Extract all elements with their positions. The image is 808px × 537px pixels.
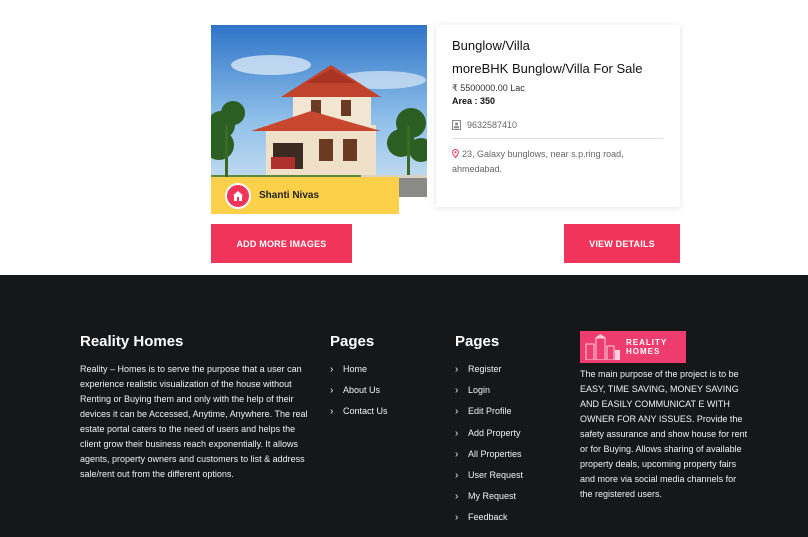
chevron-right-icon: › — [455, 491, 459, 503]
owner-bar: Shanti Nivas — [211, 177, 399, 214]
address-text: 23, Galaxy bunglows, near s.p.ring road,… — [452, 149, 624, 174]
footer-link-label[interactable]: Feedback — [468, 512, 508, 522]
chevron-right-icon: › — [455, 385, 459, 397]
footer-mission-text: The main purpose of the project is to be… — [580, 369, 748, 499]
footer-about-title: Reality Homes — [80, 333, 184, 350]
home-icon — [225, 182, 251, 209]
footer-link-user-request[interactable]: › User Request — [455, 470, 523, 491]
footer-link-label[interactable]: Contact Us — [343, 406, 388, 416]
chevron-right-icon: › — [455, 512, 459, 524]
listing-phone: 9632587410 — [452, 120, 664, 130]
footer-links-primary: › Home › About Us › Contact Us — [330, 364, 388, 428]
listing-price: ₹ 5500000.00 Lac — [452, 83, 525, 93]
reality-homes-logo[interactable]: REALITY HOMES — [580, 331, 686, 363]
footer-links-secondary: › Register › Login › Edit Profile › Add Prop… — [455, 364, 523, 534]
footer-link-label[interactable]: Home — [343, 364, 367, 374]
chevron-right-icon: › — [455, 469, 459, 481]
footer: Reality Homes Reality – Homes is to serv… — [0, 275, 808, 537]
phone-number: 9632587410 — [467, 120, 518, 130]
listing-address: 23, Galaxy bunglows, near s.p.ring road,… — [452, 147, 664, 177]
footer-link-label[interactable]: Edit Profile — [468, 406, 512, 416]
footer-link-add-property[interactable]: › Add Property — [455, 428, 523, 449]
chevron-right-icon: › — [455, 448, 459, 460]
chevron-right-icon: › — [330, 385, 334, 397]
footer-pages-title: Pages — [455, 333, 500, 350]
listing-card: Bunglow/Villa moreBHK Bunglow/Villa For … — [436, 25, 680, 207]
footer-link-label[interactable]: My Request — [468, 491, 516, 501]
chevron-right-icon: › — [455, 406, 459, 418]
listing-section: Shanti Nivas Bunglow/Villa moreBHK Bungl… — [0, 0, 808, 275]
footer-brand: REALITY HOMES The main purpose of the pr… — [580, 331, 750, 502]
contact-card-icon — [452, 120, 461, 130]
buildings-icon — [585, 334, 620, 360]
footer-link-label[interactable]: User Request — [468, 470, 523, 480]
footer-link-label[interactable]: All Properties — [468, 449, 522, 459]
listing-title[interactable]: Bunglow/Villa — [452, 38, 664, 54]
add-more-images-button[interactable]: ADD MORE IMAGES — [211, 224, 352, 263]
property-photo[interactable] — [211, 25, 427, 197]
logo-text-line1: REALITY — [626, 338, 668, 347]
logo-text: REALITY HOMES — [626, 338, 667, 356]
footer-about-text: Reality – Homes is to serve the purpose … — [80, 364, 308, 479]
owner-name: Shanti Nivas — [259, 190, 320, 201]
footer-link-home[interactable]: › Home — [330, 364, 388, 385]
chevron-right-icon: › — [455, 427, 459, 439]
footer-link-edit-profile[interactable]: › Edit Profile — [455, 406, 523, 427]
footer-pages-title: Pages — [330, 333, 375, 350]
footer-link-all-properties[interactable]: › All Properties — [455, 449, 523, 470]
location-pin-icon — [452, 148, 459, 159]
listing-subtitle[interactable]: moreBHK Bunglow/Villa For Sale — [452, 61, 664, 77]
view-details-button[interactable]: VIEW DETAILS — [564, 224, 680, 263]
chevron-right-icon: › — [455, 364, 459, 375]
footer-about: Reality Homes Reality – Homes is to serv… — [80, 333, 310, 482]
logo-text-line2: HOMES — [626, 347, 661, 356]
chevron-right-icon: › — [330, 364, 334, 375]
chevron-right-icon: › — [330, 406, 334, 418]
footer-link-label[interactable]: About Us — [343, 385, 380, 395]
footer-link-contact[interactable]: › Contact Us — [330, 406, 388, 427]
footer-link-feedback[interactable]: › Feedback — [455, 512, 523, 533]
footer-link-my-request[interactable]: › My Request — [455, 491, 523, 512]
divider — [452, 138, 663, 139]
footer-link-label[interactable]: Login — [468, 385, 490, 395]
footer-link-label[interactable]: Register — [468, 364, 502, 374]
footer-pages-primary: Pages › Home › About Us › Contact Us — [330, 333, 388, 428]
footer-link-label[interactable]: Add Property — [468, 428, 521, 438]
listing-area: Area : 350 — [452, 96, 496, 106]
footer-pages-secondary: Pages › Register › Login › Edit Profile › Ad… — [455, 333, 523, 534]
footer-link-register[interactable]: › Register — [455, 364, 523, 385]
footer-link-login[interactable]: › Login — [455, 385, 523, 406]
footer-link-about[interactable]: › About Us — [330, 385, 388, 406]
